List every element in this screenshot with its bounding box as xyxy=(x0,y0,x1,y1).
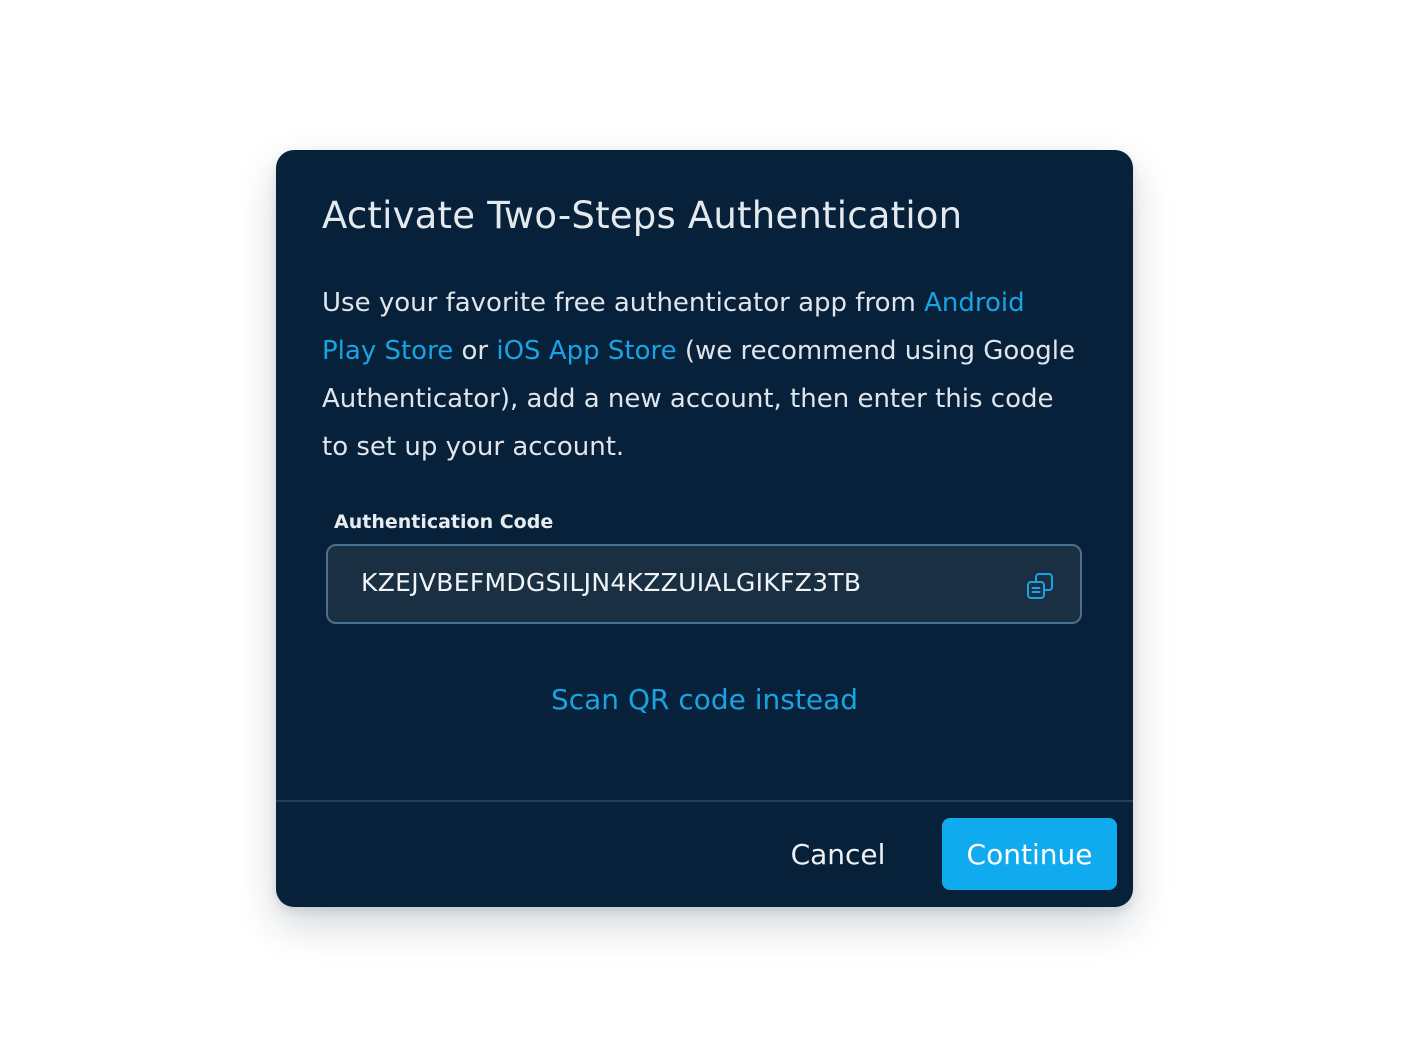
description-text-1: Use your favorite free authenticator app… xyxy=(322,288,925,318)
description-text-2: or xyxy=(453,336,497,366)
ios-app-store-link[interactable]: iOS App Store xyxy=(496,336,676,366)
continue-button[interactable]: Continue xyxy=(942,818,1117,890)
footer-divider xyxy=(276,800,1133,802)
two-step-auth-dialog: Activate Two-Steps Authentication Use yo… xyxy=(276,150,1133,907)
cancel-button[interactable]: Cancel xyxy=(764,818,912,890)
authentication-code-label: Authentication Code xyxy=(334,511,554,533)
authentication-code-value[interactable]: KZEJVBEFMDGSILJN4KZZUIALGIKFZ3TB xyxy=(361,568,861,597)
authentication-code-field[interactable]: KZEJVBEFMDGSILJN4KZZUIALGIKFZ3TB xyxy=(326,544,1082,624)
copy-icon[interactable] xyxy=(1024,570,1056,602)
scan-qr-code-link[interactable]: Scan QR code instead xyxy=(276,683,1133,716)
dialog-description: Use your favorite free authenticator app… xyxy=(322,279,1082,471)
dialog-title: Activate Two-Steps Authentication xyxy=(322,194,963,237)
